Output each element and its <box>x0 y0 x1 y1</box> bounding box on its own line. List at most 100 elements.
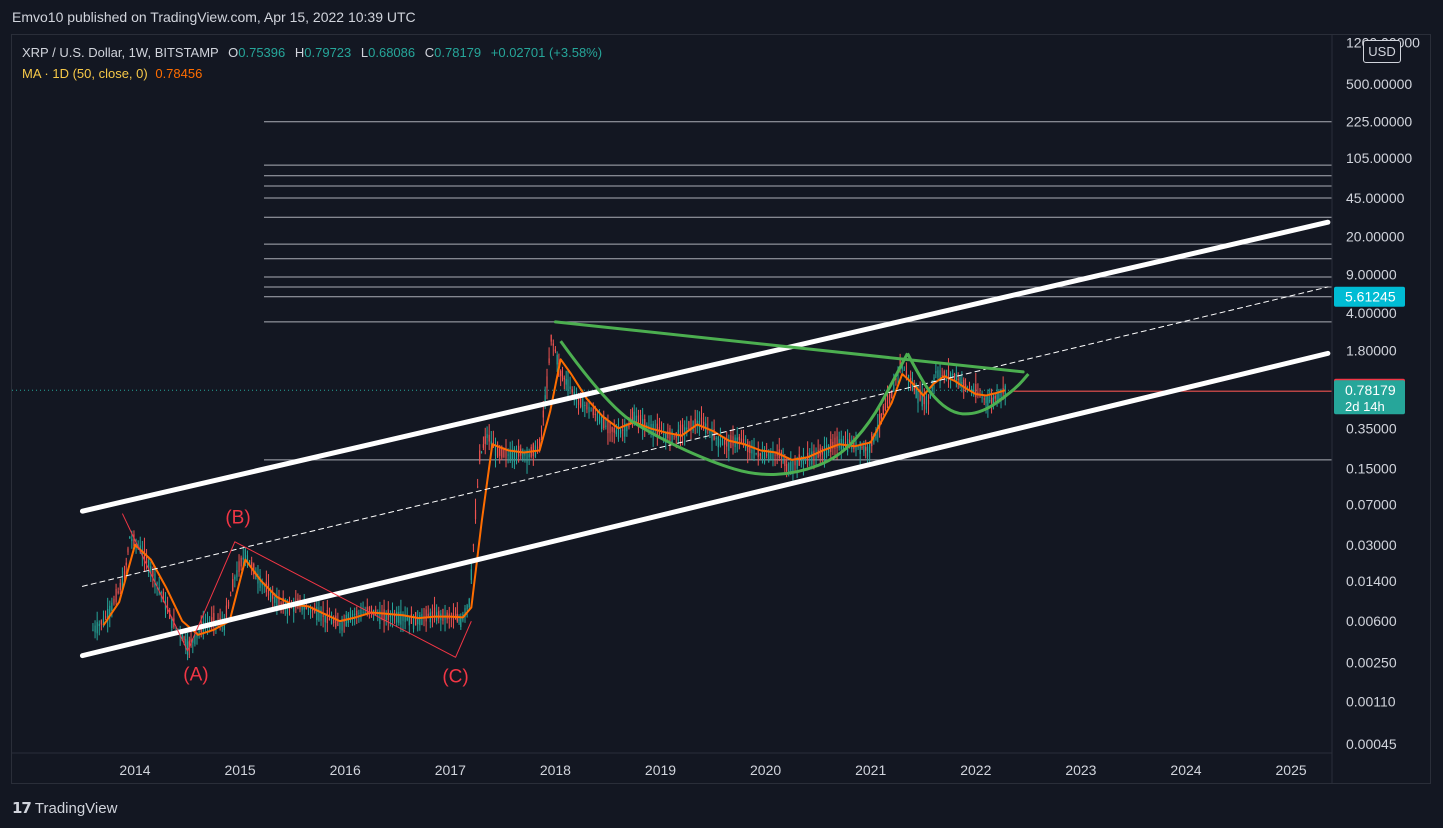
candle-body <box>719 438 722 446</box>
candle-body <box>770 451 772 461</box>
candle-body <box>546 376 548 388</box>
triangle-top-line <box>553 320 1025 374</box>
candle-body <box>738 436 740 441</box>
candle-body <box>692 420 694 432</box>
candle-body <box>278 598 280 606</box>
candle-body <box>238 561 240 573</box>
candle-body <box>554 349 556 352</box>
candle-body <box>761 451 764 461</box>
candle-body <box>619 429 622 434</box>
candle-body <box>774 454 776 456</box>
candle-body <box>811 451 813 465</box>
price-chart[interactable]: (A)(B)(C) 1200.00000500.00000225.0000010… <box>0 0 1443 828</box>
candle-body <box>660 433 663 435</box>
candle-body <box>751 449 753 454</box>
candle-body <box>466 605 468 610</box>
candle-body <box>937 370 939 378</box>
candle-body <box>280 602 282 606</box>
candle-body <box>635 415 637 423</box>
candle-body <box>131 538 133 542</box>
candle-body <box>880 413 883 419</box>
candle-body <box>560 370 562 376</box>
tv-logo-icon: 𝟭𝟳 <box>12 800 32 817</box>
candle-body <box>935 371 937 374</box>
symbol-name[interactable]: XRP / U.S. Dollar, 1W, BITSTAMP <box>22 45 219 60</box>
wave-label: (A) <box>183 664 208 685</box>
candle-body <box>104 616 107 618</box>
candle-body <box>990 397 993 404</box>
wave-label: (B) <box>225 508 250 529</box>
candle-body <box>866 446 869 457</box>
open-label: O <box>228 45 239 60</box>
candle-body <box>442 608 444 621</box>
time-tick-label: 2021 <box>855 762 886 778</box>
time-tick-label: 2015 <box>225 762 256 778</box>
chart-legend: XRP / U.S. Dollar, 1W, BITSTAMP O0.75396… <box>22 42 602 84</box>
candle-body <box>477 486 479 488</box>
candle-body <box>755 452 757 454</box>
candle-body <box>927 400 930 405</box>
candle-body <box>886 395 889 409</box>
candle-body <box>522 449 524 460</box>
candle-body <box>925 396 928 410</box>
candle-body <box>385 613 387 621</box>
candle-body <box>468 598 470 608</box>
candle-body <box>565 379 567 385</box>
price-tick-label: 9.00000 <box>1346 266 1397 282</box>
candle-body <box>494 445 497 456</box>
candle-body <box>398 611 400 623</box>
low-value: 0.68086 <box>368 45 416 60</box>
candle-body <box>571 389 573 393</box>
candle-body <box>782 459 784 461</box>
candle-body <box>949 373 952 377</box>
open-value: 0.75396 <box>238 45 286 60</box>
candle-body <box>798 454 800 466</box>
currency-button[interactable]: USD <box>1363 40 1401 63</box>
candle-body <box>889 393 891 403</box>
candle-body <box>615 430 617 435</box>
price-tick-label: 0.00110 <box>1346 694 1396 710</box>
candle-body <box>111 602 113 611</box>
time-tick-label: 2018 <box>540 762 571 778</box>
candle-body <box>186 641 189 655</box>
time-tick-label: 2017 <box>435 762 466 778</box>
candle-body <box>609 422 611 434</box>
candle-body <box>364 611 366 613</box>
candle-body <box>915 387 917 399</box>
time-tick-label: 2020 <box>750 762 781 778</box>
tradingview-logo[interactable]: 𝟭𝟳 TradingView <box>12 799 117 817</box>
candle-body <box>865 447 867 451</box>
candle-body <box>903 369 905 371</box>
candle-body <box>198 630 200 633</box>
candle-body <box>119 582 121 591</box>
price-tick-label: 20.00000 <box>1346 228 1405 244</box>
candle-body <box>115 589 117 602</box>
candle-body <box>113 599 115 604</box>
candle-body <box>225 605 228 619</box>
candle-body <box>717 436 719 448</box>
time-tick-label: 2014 <box>119 762 150 778</box>
drawings: (A) (B) (C) <box>79 219 1331 687</box>
candle-body <box>596 413 599 421</box>
candle-body <box>349 611 352 622</box>
candle-body <box>586 402 588 410</box>
candle-body <box>766 454 768 456</box>
price-tag-value: 5.61245 <box>1345 289 1396 305</box>
channel-mid-line <box>81 286 1329 587</box>
candle-body <box>953 373 956 377</box>
ma-value: 0.78456 <box>155 66 203 81</box>
candle-body <box>129 537 131 539</box>
time-axis: 2014 2015 2016 2017 2018 2019 2020 2021 2022 2023… <box>12 752 1332 778</box>
change-value: +0.02701 (+3.58%) <box>490 45 603 60</box>
candle-body <box>318 607 320 621</box>
candle-body <box>482 444 485 448</box>
legend-ma: MA · 1D (50, close, 0) 0.78456 <box>22 63 602 84</box>
candle-body <box>989 400 991 402</box>
candle-body <box>484 436 486 444</box>
ma-label[interactable]: MA · 1D (50, close, 0) <box>22 66 148 81</box>
candle-body <box>884 402 887 411</box>
candle-body <box>458 619 460 621</box>
candle-body <box>479 450 481 462</box>
candle-body <box>592 408 594 416</box>
candle-body <box>607 420 609 434</box>
